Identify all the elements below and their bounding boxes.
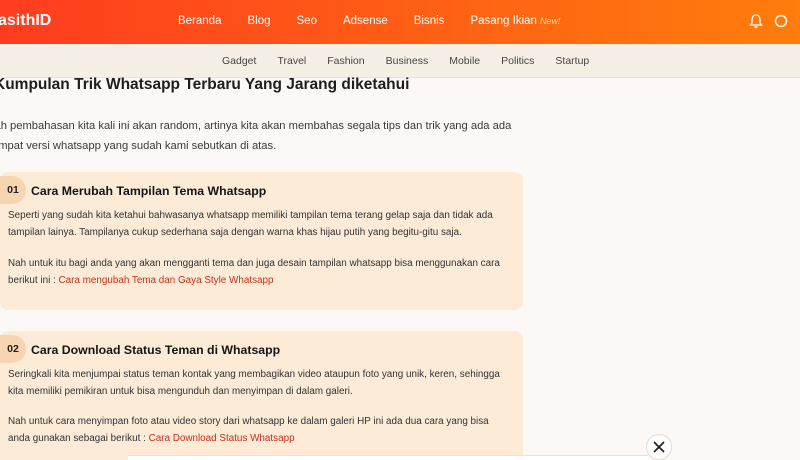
- bell-icon[interactable]: [748, 13, 764, 29]
- site-logo[interactable]: asithID: [0, 12, 51, 30]
- category-mobile[interactable]: Mobile: [449, 55, 480, 67]
- tip-title: Cara Download Status Teman di Whatsapp: [31, 343, 281, 357]
- category-gadget[interactable]: Gadget: [222, 55, 256, 67]
- category-travel[interactable]: Travel: [277, 55, 306, 67]
- site-header: asithID Beranda Blog Seo Adsense Bisnis …: [0, 0, 800, 44]
- search-icon[interactable]: [773, 13, 789, 29]
- tip-number: 01: [0, 176, 26, 204]
- tip-paragraph-link: Nah untuk cara menyimpan foto atau video…: [8, 413, 513, 447]
- close-icon: [653, 441, 665, 453]
- tip-title: Cara Merubah Tampilan Tema Whatsapp: [31, 184, 267, 198]
- tip-card-1: 01 Cara Merubah Tampilan Tema Whatsapp S…: [0, 172, 523, 310]
- tip-paragraph: Seperti yang sudah kita ketahui bahwasan…: [8, 210, 493, 238]
- category-politics[interactable]: Politics: [501, 55, 534, 67]
- tip-number: 02: [0, 335, 26, 363]
- category-nav: Gadget Travel Fashion Business Mobile Po…: [0, 44, 800, 78]
- category-business[interactable]: Business: [386, 55, 429, 67]
- nav-blog[interactable]: Blog: [247, 15, 270, 27]
- nav-bisnis[interactable]: Bisnis: [414, 15, 445, 27]
- tip-paragraph: Seringkali kita menjumpai status teman k…: [8, 369, 500, 397]
- tip-paragraph-link: Nah untuk itu bagi anda yang akan mengga…: [8, 255, 513, 289]
- main-nav: Beranda Blog Seo Adsense Bisnis Pasang I…: [178, 15, 586, 27]
- article-intro: lah pembahasan kita kali ini akan random…: [0, 120, 512, 152]
- tip-card-2: 02 Cara Download Status Teman di Whatsap…: [0, 331, 523, 460]
- nav-beranda[interactable]: Beranda: [178, 15, 221, 27]
- nav-adsense[interactable]: Adsense: [343, 15, 388, 27]
- new-badge: New!: [539, 16, 561, 26]
- nav-seo[interactable]: Seo: [297, 15, 317, 27]
- category-fashion[interactable]: Fashion: [327, 55, 364, 67]
- category-startup[interactable]: Startup: [555, 55, 589, 67]
- article-heading: Kumpulan Trik Whatsapp Terbaru Yang Jara…: [0, 76, 410, 93]
- nav-pasang-ikian[interactable]: Pasang Ikian New!: [470, 15, 560, 27]
- tip-link[interactable]: Cara Download Status Whatsapp: [149, 433, 295, 444]
- nav-pasang-ikian-label: Pasang Ikian: [470, 15, 537, 27]
- tip-link[interactable]: Cara mengubah Tema dan Gaya Style Whatsa…: [59, 275, 274, 286]
- close-banner-button[interactable]: [646, 434, 672, 460]
- sticky-banner: [128, 455, 648, 460]
